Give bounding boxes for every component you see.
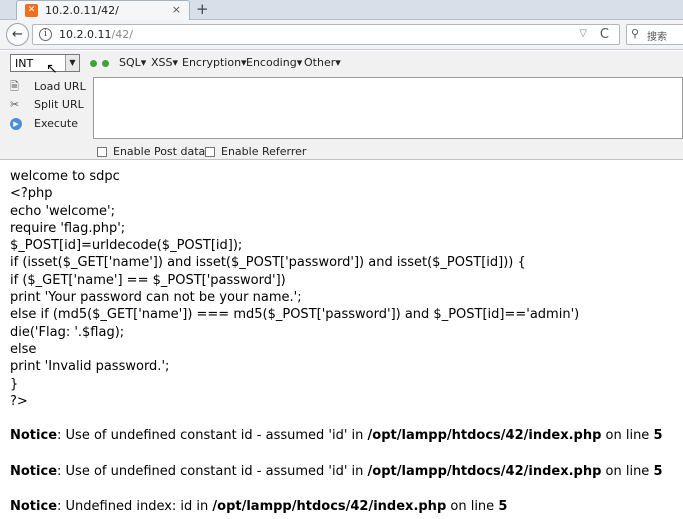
notice-line-number: 5 — [653, 464, 663, 479]
notice-path: /opt/lampp/htdocs/42/index.php — [367, 428, 602, 443]
code-line: print 'Invalid password.'; — [10, 359, 170, 375]
url-path: /42/ — [111, 28, 133, 41]
chevron-down-icon[interactable]: ▼ — [65, 55, 79, 71]
page-content: welcome to sdpc <?php echo 'welcome'; re… — [10, 168, 680, 410]
tab-close-icon[interactable]: × — [172, 3, 181, 16]
menu-sql[interactable]: SQL▾ — [119, 56, 146, 69]
code-line: else if (md5($_GET['name']) === md5($_PO… — [10, 307, 580, 323]
load-url-label: Load URL — [34, 80, 86, 93]
notice-text: : Use of undefined constant id - assumed… — [57, 464, 368, 479]
url-host: 10.2.0.11 — [59, 28, 112, 41]
execute-icon: ▶ — [10, 118, 22, 130]
info-icon[interactable]: i — [39, 28, 52, 41]
tab-title: 10.2.0.11/42/ — [45, 4, 119, 17]
type-select-value: INT — [15, 57, 34, 70]
url-text[interactable]: 10.2.0.11/42/ — [59, 28, 133, 41]
php-notice: Notice: Use of undefined constant id - a… — [10, 464, 663, 479]
type-select[interactable]: INT ▼ — [10, 54, 80, 72]
notice-text: : Undefined index: id in — [57, 499, 213, 514]
green-dot-icon[interactable] — [90, 60, 97, 67]
tab-current[interactable]: ✕ 10.2.0.11/42/ × — [16, 0, 190, 20]
code-line: else — [10, 341, 37, 357]
checkbox-box[interactable] — [205, 147, 215, 157]
notice-path: /opt/lampp/htdocs/42/index.php — [367, 464, 602, 479]
back-button[interactable]: ← — [6, 23, 29, 46]
notice-label: Notice — [10, 428, 58, 443]
notice-path: /opt/lampp/htdocs/42/index.php — [212, 499, 447, 514]
notice-label: Notice — [10, 464, 58, 479]
menu-encoding[interactable]: Encoding▾ — [246, 56, 302, 69]
notice-on-line: on line — [446, 499, 499, 514]
xampp-favicon-icon: ✕ — [25, 4, 38, 17]
load-url-button[interactable]: 🗎 Load URL — [10, 78, 86, 97]
menu-encryption[interactable]: Encryption▾ — [182, 56, 247, 69]
notice-on-line: on line — [601, 428, 654, 443]
code-line: <?php — [10, 186, 53, 202]
checkbox-box[interactable] — [97, 147, 107, 157]
code-line: ?> — [10, 393, 28, 409]
search-placeholder: 搜索 — [647, 32, 667, 43]
history-dropdown-icon[interactable]: ▽ — [579, 28, 587, 39]
url-bar[interactable]: i 10.2.0.11/42/ ▽ C — [32, 24, 620, 45]
menu-other[interactable]: Other▾ — [304, 56, 341, 69]
code-line: echo 'welcome'; — [10, 203, 116, 219]
hackbar-panel: INT ▼ ↖ SQL▾ XSS▾ Encryption▾ Encoding▾ … — [0, 51, 683, 160]
enable-referrer-label: Enable Referrer — [221, 145, 307, 158]
enable-referrer-checkbox[interactable]: Enable Referrer — [205, 145, 306, 158]
execute-label: Execute — [34, 117, 78, 130]
url-textarea[interactable] — [93, 77, 683, 139]
code-line: welcome to sdpc — [10, 169, 120, 184]
notice-on-line: on line — [601, 464, 654, 479]
enable-post-data-label: Enable Post data — [113, 145, 206, 158]
notice-line-number: 5 — [653, 428, 663, 443]
reload-icon[interactable]: C — [600, 27, 609, 42]
scissors-icon: ✂ — [10, 98, 20, 111]
notice-label: Notice — [10, 499, 58, 514]
tab-strip: ✕ 10.2.0.11/42/ × + — [0, 0, 683, 20]
code-line: die('Flag: '.$flag); — [10, 324, 125, 340]
execute-button[interactable]: ▶ Execute — [10, 117, 78, 130]
mouse-cursor-icon: ↖ — [46, 61, 58, 77]
code-line: $_POST[id]=urldecode($_POST[id]); — [10, 238, 243, 254]
search-icon: ⚲ — [631, 27, 640, 40]
enable-post-data-checkbox[interactable]: Enable Post data — [97, 145, 205, 158]
notice-text: : Use of undefined constant id - assumed… — [57, 428, 368, 443]
code-line: if ($_GET['name'] == $_POST['password']) — [10, 272, 286, 288]
code-line: } — [10, 376, 19, 392]
php-notice: Notice: Undefined index: id in /opt/lamp… — [10, 499, 507, 514]
split-url-label: Split URL — [34, 98, 84, 111]
load-url-icon: 🗎 — [10, 80, 19, 93]
navigation-bar: ← i 10.2.0.11/42/ ▽ C ⚲ 搜索 — [0, 20, 683, 50]
php-notice: Notice: Use of undefined constant id - a… — [10, 428, 663, 443]
green-dot-icon[interactable] — [102, 60, 109, 67]
split-url-button[interactable]: ✂ Split URL — [10, 98, 84, 111]
code-line: print 'Your password can not be your nam… — [10, 290, 302, 306]
notice-line-number: 5 — [498, 499, 508, 514]
new-tab-button[interactable]: + — [196, 0, 209, 18]
code-line: if (isset($_GET['name']) and isset($_POS… — [10, 255, 526, 271]
search-bar[interactable]: ⚲ 搜索 — [626, 24, 683, 45]
menu-xss[interactable]: XSS▾ — [151, 56, 178, 69]
code-line: require 'flag.php'; — [10, 220, 126, 236]
